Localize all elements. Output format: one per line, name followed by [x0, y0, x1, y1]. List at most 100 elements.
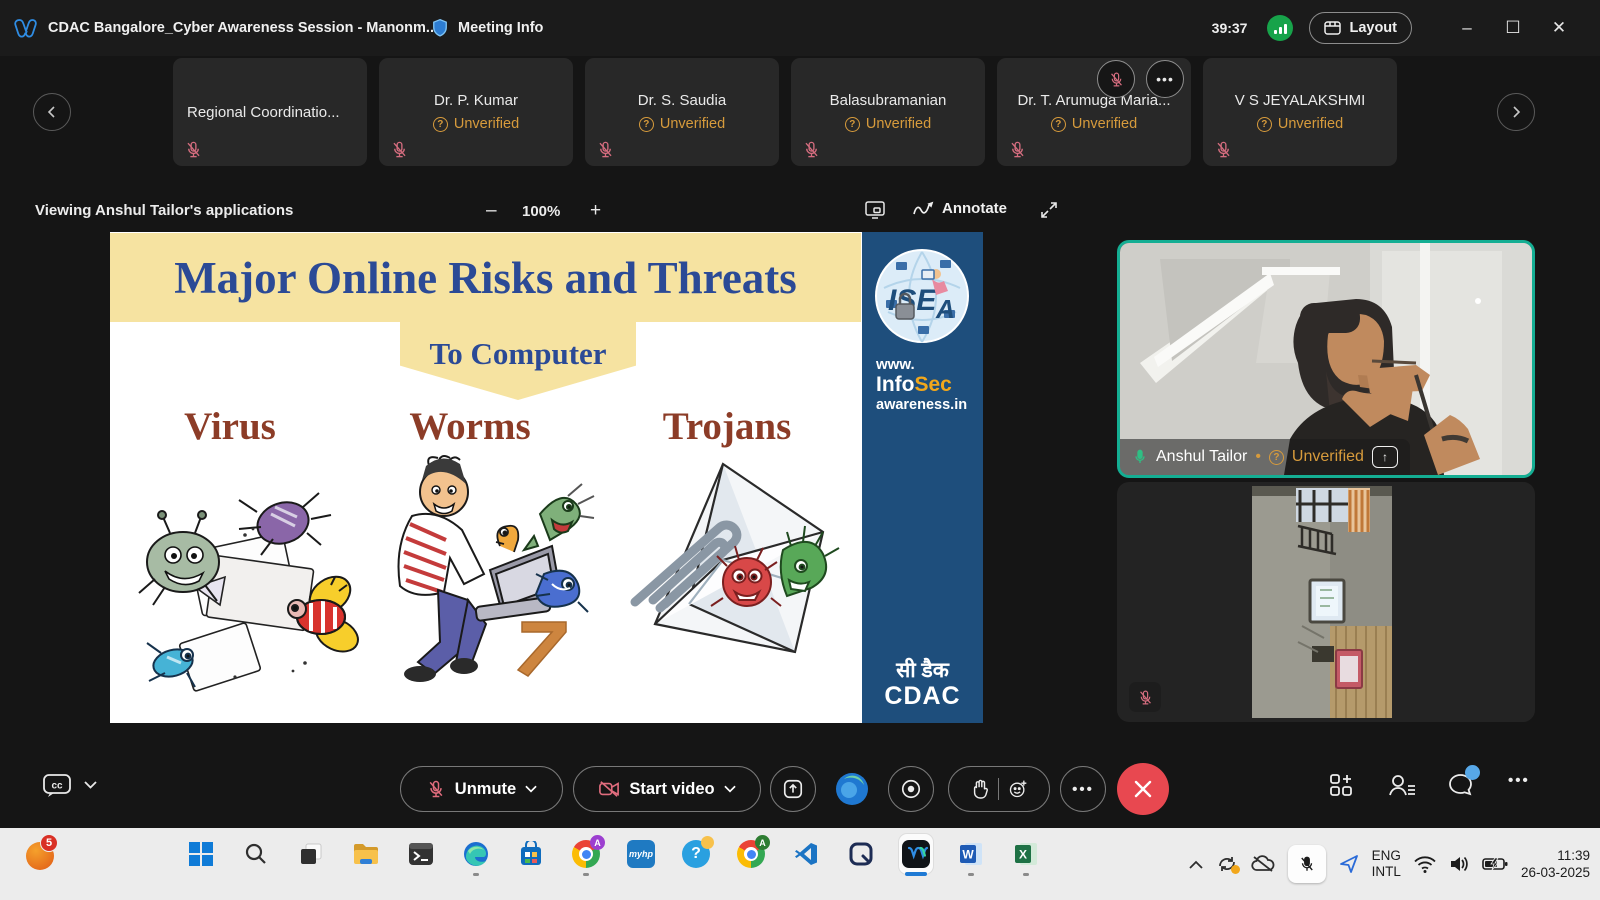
start-button[interactable]	[184, 834, 218, 874]
edge-browser-icon[interactable]	[459, 834, 493, 874]
vscode-icon[interactable]	[789, 834, 823, 874]
zoom-out-button[interactable]: –	[486, 200, 497, 222]
more-panels-button[interactable]: •••	[1508, 772, 1530, 789]
meeting-timer: 39:37	[1212, 20, 1248, 36]
muted-mic-icon	[1008, 140, 1027, 159]
unverified-icon: ?	[639, 117, 654, 132]
chat-panel-button[interactable]	[1447, 772, 1474, 801]
mic-off-icon	[426, 779, 446, 799]
language-indicator[interactable]: ENG INTL	[1372, 848, 1401, 880]
clock-indicator[interactable]: 11:39 26-03-2025	[1521, 847, 1590, 881]
search-icon[interactable]	[239, 834, 273, 874]
more-options-button[interactable]: •••	[1060, 766, 1106, 812]
muted-mic-icon	[802, 140, 821, 159]
sync-status-icon[interactable]	[1216, 854, 1238, 874]
get-help-icon[interactable]: ?	[679, 834, 713, 874]
muted-mic-icon	[596, 140, 615, 159]
file-explorer-icon[interactable]	[349, 834, 383, 874]
filmstrip-scroll-left-button[interactable]	[33, 93, 71, 131]
unverified-icon: ?	[845, 117, 860, 132]
wifi-icon[interactable]	[1414, 856, 1436, 873]
shared-presentation-slide: Major Online Risks and Threats To Comput…	[110, 232, 983, 723]
annotate-label: Annotate	[942, 200, 1007, 217]
participant-more-button[interactable]: •••	[1146, 60, 1184, 98]
meeting-title: CDAC Bangalore_Cyber Awareness Session -…	[48, 20, 438, 36]
tray-date: 26-03-2025	[1521, 864, 1590, 881]
reactions-smiley-icon[interactable]	[1008, 779, 1028, 799]
apps-panel-button[interactable]	[1328, 772, 1354, 798]
unmute-button[interactable]: Unmute	[400, 766, 563, 812]
tray-chevron-up-icon[interactable]	[1189, 860, 1203, 869]
sharing-indicator-icon: ↑	[1372, 446, 1398, 468]
room-video-tile[interactable]	[1117, 482, 1535, 722]
unverified-icon: ?	[1257, 117, 1272, 132]
speaker-video-tile[interactable]: Anshul Tailor • ? Unverified ↑	[1117, 240, 1535, 478]
windows-taskbar: 5	[0, 828, 1600, 900]
zoom-level: 100%	[522, 203, 560, 220]
meeting-info-button[interactable]: Meeting Info	[430, 17, 543, 39]
closed-captions-button[interactable]: cc	[42, 772, 72, 798]
participant-mute-button[interactable]	[1097, 60, 1135, 98]
webex-app-icon[interactable]	[899, 834, 933, 874]
annotate-button[interactable]: Annotate	[912, 200, 1007, 217]
participant-tile[interactable]: Balasubramanian ?Unverified	[791, 58, 985, 166]
myhp-icon[interactable]: myhp	[624, 834, 658, 874]
svg-text:cc: cc	[51, 781, 63, 792]
risk-heading-worms: Worms	[409, 404, 530, 449]
tray-time: 11:39	[1521, 847, 1590, 864]
trojans-illustration	[605, 454, 840, 699]
webex-meeting-window: CDAC Bangalore_Cyber Awareness Session -…	[0, 0, 1600, 900]
zoom-in-button[interactable]: +	[590, 200, 601, 222]
slide-title-banner: Major Online Risks and Threats	[110, 233, 861, 322]
connection-quality-icon[interactable]	[1267, 15, 1293, 41]
divider	[998, 778, 999, 800]
webex-assistant-button[interactable]	[829, 766, 875, 812]
participant-tile[interactable]: V S JEYALAKSHMI ?Unverified	[1203, 58, 1397, 166]
infosec-domain: awareness.in	[876, 397, 967, 414]
chrome-profile1-icon[interactable]: A	[569, 834, 603, 874]
chat-notification-badge	[1465, 765, 1480, 780]
location-active-icon[interactable]	[1339, 854, 1359, 874]
close-button[interactable]: ✕	[1536, 18, 1582, 38]
raise-hand-icon[interactable]	[971, 779, 989, 799]
participant-tile[interactable]: Dr. P. Kumar ?Unverified	[379, 58, 573, 166]
battery-icon[interactable]	[1482, 857, 1508, 871]
task-view-icon[interactable]	[294, 834, 328, 874]
room-video-feed	[1252, 486, 1392, 718]
svg-text:A: A	[935, 294, 955, 324]
chrome-profile2-icon[interactable]: A	[734, 834, 768, 874]
participant-name: Regional Coordinatio...	[187, 104, 340, 121]
leave-meeting-button[interactable]	[1117, 763, 1169, 815]
worms-illustration	[372, 450, 607, 710]
start-video-button[interactable]: Start video	[573, 766, 761, 812]
webex-logo-icon	[14, 17, 38, 39]
share-screen-button[interactable]	[770, 766, 816, 812]
room-muted-mic-icon	[1129, 682, 1161, 712]
layout-button[interactable]: Layout	[1309, 12, 1412, 44]
participant-tile[interactable]: Dr. S. Saudia ?Unverified	[585, 58, 779, 166]
q-app-icon[interactable]	[844, 834, 878, 874]
microsoft-store-icon[interactable]	[514, 834, 548, 874]
shared-screen-icon[interactable]	[864, 200, 886, 220]
tray-mic-muted-icon[interactable]	[1288, 845, 1326, 883]
terminal-icon[interactable]	[404, 834, 438, 874]
onedrive-offline-icon[interactable]	[1251, 855, 1275, 873]
participant-tile[interactable]: Dr. T. Arumuga Maria... ?Unverified •••	[997, 58, 1191, 166]
reactions-control[interactable]	[948, 766, 1050, 812]
record-button[interactable]	[888, 766, 934, 812]
filmstrip-scroll-right-button[interactable]	[1497, 93, 1535, 131]
start-video-label: Start video	[629, 780, 714, 799]
word-icon[interactable]: W	[954, 834, 988, 874]
minimize-button[interactable]: –	[1444, 18, 1490, 38]
captions-chevron-down-icon[interactable]	[84, 781, 97, 789]
excel-icon[interactable]: X	[1009, 834, 1043, 874]
volume-icon[interactable]	[1449, 855, 1469, 873]
participant-tile[interactable]: Regional Coordinatio...	[173, 58, 367, 166]
participant-verification: ?Unverified	[845, 116, 931, 132]
layout-button-label: Layout	[1349, 20, 1397, 36]
expand-view-icon[interactable]	[1040, 201, 1058, 219]
isea-logo: ISE A	[874, 248, 971, 345]
participants-panel-button[interactable]	[1388, 772, 1416, 798]
infosec-sidebar: ISE A www. InfoSec awareness.in सी डैक C…	[862, 232, 983, 723]
maximize-button[interactable]: ☐	[1490, 18, 1536, 38]
